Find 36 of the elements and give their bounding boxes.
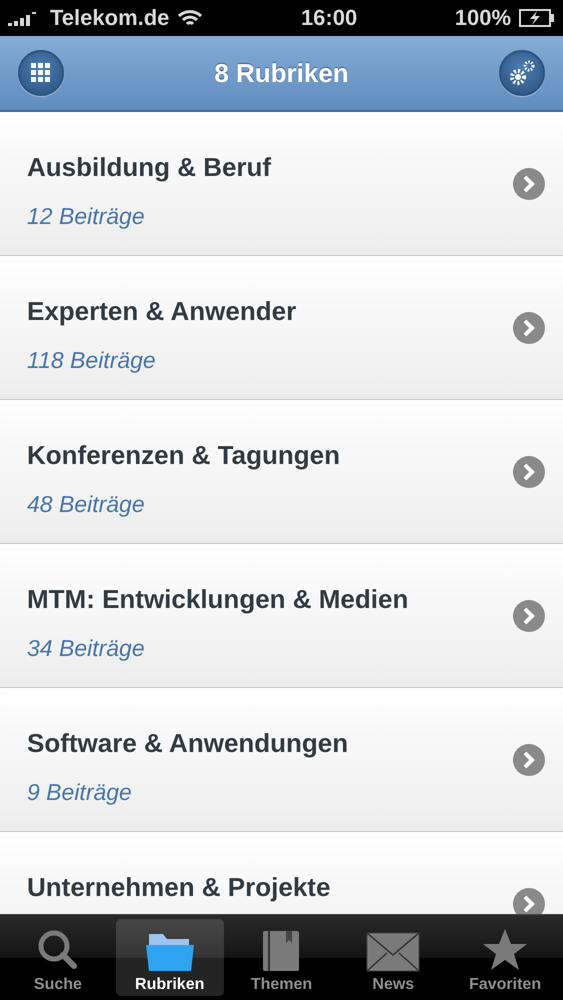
- grid-icon: [31, 63, 51, 83]
- category-title: Konferenzen & Tagungen: [27, 440, 341, 471]
- post-count: 9 Beiträge: [27, 779, 133, 806]
- battery-percentage: 100%: [454, 5, 512, 31]
- search-icon: [36, 928, 80, 972]
- post-count: 12 Beiträge: [27, 203, 146, 230]
- settings-button[interactable]: [499, 50, 545, 96]
- chevron-icon: [513, 888, 545, 914]
- post-count: 48 Beiträge: [27, 491, 146, 518]
- chevron-icon: [513, 312, 545, 344]
- chevron-icon: [513, 456, 545, 488]
- category-title: MTM: Entwicklungen & Medien: [27, 584, 410, 615]
- chevron-icon: [513, 168, 545, 200]
- tab-bar-item[interactable]: Suche: [4, 919, 112, 996]
- category-title: Experten & Anwender: [27, 296, 298, 327]
- clock-time: 16:00: [300, 5, 358, 31]
- post-count: 118 Beiträge: [27, 347, 157, 374]
- battery-charging-icon: [519, 9, 556, 27]
- mail-icon: [366, 932, 420, 972]
- tab-bar-item[interactable]: Favoriten: [451, 919, 559, 996]
- screen-title: 8 Rubriken: [214, 58, 349, 88]
- book-icon: [261, 930, 302, 972]
- gears-icon: [508, 59, 536, 87]
- grid-menu-button[interactable]: [18, 50, 64, 96]
- star-icon: [482, 928, 528, 972]
- carrier-name: Telekom.de: [50, 5, 170, 31]
- category-title: Unternehmen & Projekte: [27, 872, 332, 903]
- tab-bar-item[interactable]: News: [339, 919, 448, 996]
- chevron-icon: [513, 744, 545, 776]
- post-count: 34 Beiträge: [27, 635, 146, 662]
- tab-bar-item[interactable]: Themen: [228, 919, 336, 996]
- chevron-icon: [513, 600, 545, 632]
- tab-bar-item[interactable]: Rubriken: [116, 919, 224, 996]
- category-title: Software & Anwendungen: [27, 728, 350, 759]
- category-title: Ausbildung & Beruf: [27, 152, 272, 183]
- wifi-icon: [177, 8, 204, 28]
